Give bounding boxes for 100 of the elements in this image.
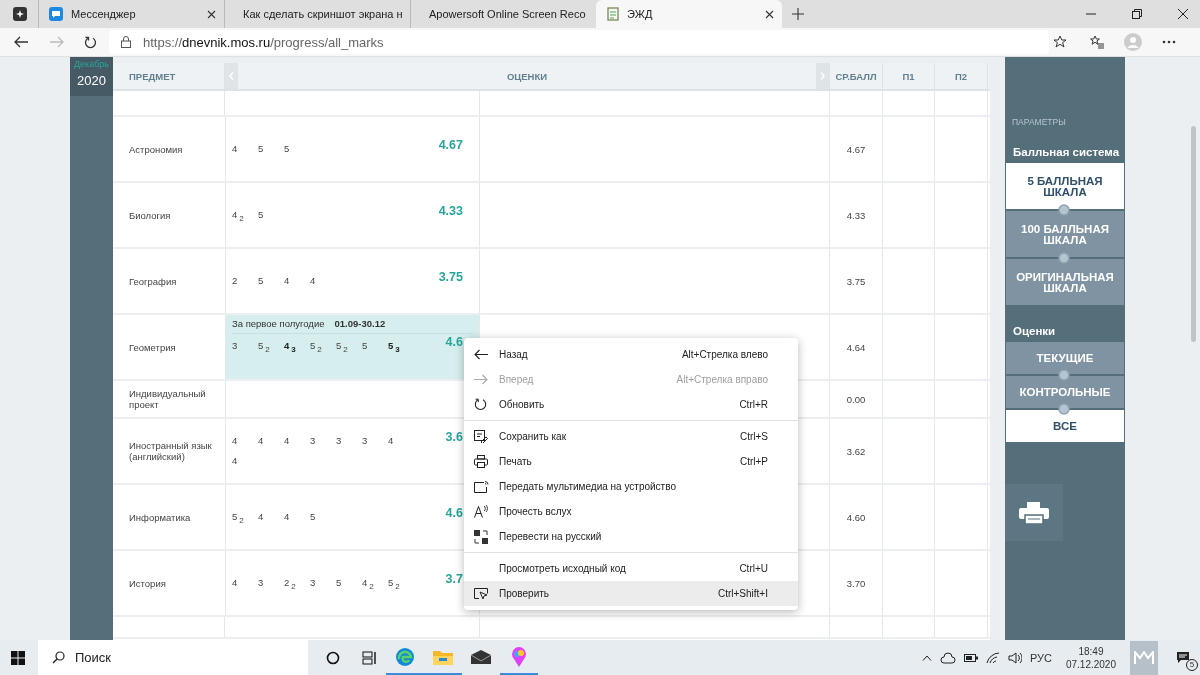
subject-name: Астрономия (129, 143, 184, 155)
period-dates: 01.09-30.12 (334, 318, 386, 329)
more-icon[interactable] (1162, 40, 1176, 44)
subject-name: Биология (129, 209, 172, 221)
mark[interactable]: 4 (284, 275, 310, 287)
menu-item[interactable]: Обновить Ctrl+R (464, 392, 798, 417)
panel-title: ПАРАМЕТРЫ (1012, 117, 1067, 127)
chat-icon (49, 7, 63, 21)
mark[interactable]: 4 $_{2}$ (232, 209, 258, 221)
mark[interactable]: 4 (258, 511, 284, 523)
close-icon[interactable] (765, 9, 774, 19)
new-tab-icon[interactable] (792, 8, 804, 20)
mark[interactable]: 4 (232, 143, 258, 155)
marks-average: 4.6 (445, 335, 463, 349)
cloud-icon[interactable] (939, 651, 956, 664)
mark[interactable]: 3 (336, 435, 362, 447)
close-icon[interactable] (1178, 9, 1188, 19)
average-score: 3.70 (846, 577, 866, 589)
browser-tab[interactable]: ЭЖД (596, 0, 782, 28)
mark[interactable]: 5 (284, 143, 310, 155)
clock[interactable]: 18:49 07.12.2020 (1065, 644, 1116, 671)
mark[interactable]: 4 (284, 435, 310, 447)
printer-icon (1019, 501, 1049, 524)
period-label: За первое полугодие (232, 318, 325, 329)
average-score: 4.33 (846, 209, 866, 221)
column-header: ОЦЕНКИ (506, 70, 548, 82)
menu-item[interactable]: Сохранить как Ctrl+S (464, 424, 798, 449)
back-icon[interactable] (14, 36, 28, 48)
mark[interactable]: 2 $_{2}$ (284, 577, 310, 589)
menu-item[interactable]: Передать мультимедиа на устройство (464, 474, 798, 499)
mark[interactable]: 4 (232, 435, 258, 447)
document-icon (607, 7, 619, 21)
search-icon (52, 651, 65, 664)
menu-item[interactable]: Просмотреть исходный код Ctrl+U (464, 556, 798, 581)
mark[interactable]: 3 (362, 435, 388, 447)
mark[interactable]: 2 (232, 275, 258, 287)
subject-name: Иностранный язык (английский) (129, 440, 213, 462)
mark[interactable]: 5 $_{2}$ (310, 340, 336, 352)
mark[interactable]: 5 (310, 511, 336, 523)
mark[interactable]: 3 (310, 577, 336, 589)
back-icon (474, 349, 488, 360)
mark[interactable]: 3 (258, 577, 284, 589)
print-button[interactable] (1005, 484, 1063, 541)
menu-item[interactable]: Назад Alt+Стрелка влево (464, 342, 798, 367)
edge-icon (395, 646, 415, 667)
subject-name: История (129, 577, 167, 589)
mark[interactable]: 5 (336, 577, 362, 589)
lock-icon (121, 36, 131, 48)
mark[interactable]: 3 (232, 340, 258, 352)
subject-name: Геометрия (129, 341, 177, 353)
mark[interactable]: 5 $_{2}$ (232, 511, 258, 523)
search-field[interactable]: Поиск (38, 640, 308, 675)
menu-item[interactable]: Проверить Ctrl+Shift+I (464, 581, 798, 606)
mark[interactable]: 4 (388, 435, 414, 447)
mark[interactable]: 4 (258, 435, 284, 447)
year-label: 2020 (77, 73, 106, 88)
mark[interactable]: 4 $_{2}$ (362, 577, 388, 589)
windows-icon[interactable] (11, 650, 25, 665)
mark[interactable]: 4 (232, 455, 258, 467)
star-icon[interactable] (1053, 35, 1067, 49)
step-dot (1058, 252, 1070, 264)
mark[interactable]: 5 $_{2}$ (336, 340, 362, 352)
group-label: Оценки (1012, 324, 1057, 339)
mark[interactable]: 4 (232, 577, 258, 589)
mark[interactable]: 4 $_{3}$ (284, 340, 310, 352)
wifi-icon[interactable] (985, 651, 1000, 664)
restore-icon[interactable] (1132, 9, 1142, 19)
mark[interactable]: 4 (310, 275, 336, 287)
menu-item[interactable]: Перевести на русский (464, 524, 798, 549)
printer-icon (474, 455, 488, 468)
option-button[interactable]: ВСЕ (1006, 408, 1124, 442)
marks-average: 4.67 (438, 138, 463, 152)
mark[interactable]: 5 $_{2}$ (258, 340, 284, 352)
mark[interactable]: 5 $_{3}$ (388, 340, 414, 352)
speaker-icon[interactable] (1007, 651, 1022, 664)
battery-icon[interactable] (963, 653, 978, 662)
task-view-icon[interactable] (362, 650, 378, 665)
workspaces-icon[interactable] (13, 7, 27, 21)
translate-icon (474, 529, 488, 544)
date-picker[interactable]: Декабрь 2020 (70, 57, 113, 96)
mark[interactable]: 5 (258, 143, 284, 155)
language-indicator[interactable]: РУС (1029, 651, 1052, 664)
refresh-icon[interactable] (84, 35, 97, 49)
option-button[interactable]: 5 БАЛЛЬНАЯ ШКАЛА (1006, 161, 1124, 209)
column-header: П1 (883, 63, 935, 89)
menu-item[interactable]: Печать Ctrl+P (464, 449, 798, 474)
chevron-up-icon[interactable] (921, 654, 932, 661)
mark[interactable]: 4 (284, 511, 310, 523)
favorites-icon[interactable] (1089, 35, 1104, 49)
average-score: 4.60 (846, 511, 866, 523)
mark[interactable]: 5 (258, 209, 284, 221)
mark[interactable]: 3 (310, 435, 336, 447)
cortana-icon[interactable] (326, 650, 340, 665)
mark[interactable]: 5 (362, 340, 388, 352)
menu-item[interactable]: Прочесть вслух (464, 499, 798, 524)
mark[interactable]: 5 (258, 275, 284, 287)
mark[interactable]: 5 $_{2}$ (388, 577, 414, 589)
close-icon[interactable] (207, 9, 216, 19)
address-field[interactable]: https://dnevnik.mos.ru/progress/all_marks (109, 30, 1049, 54)
notification-count: 5 (1186, 658, 1198, 671)
